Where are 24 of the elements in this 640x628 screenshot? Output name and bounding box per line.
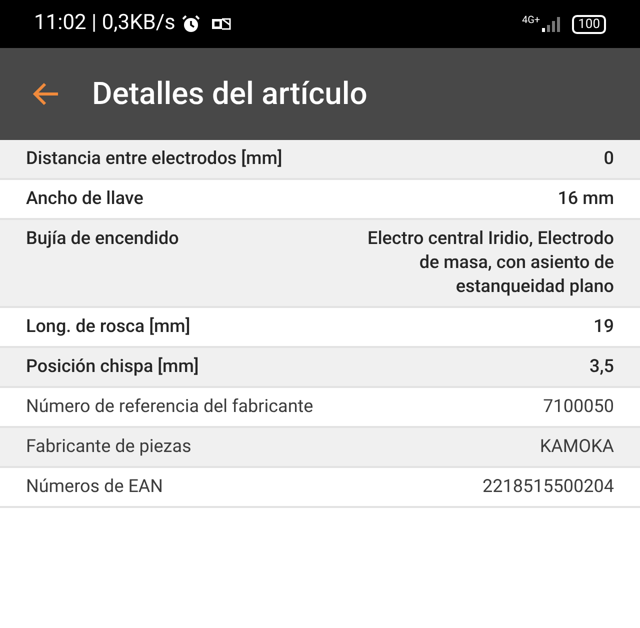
detail-value: 7100050 xyxy=(543,395,614,419)
alarm-clock-icon xyxy=(181,14,202,34)
detail-label: Número de referencia del fabricante xyxy=(26,395,314,419)
detail-label: Ancho de llave xyxy=(26,187,144,211)
network-type: 4G+ xyxy=(522,16,540,26)
detail-value: 19 xyxy=(594,315,614,339)
status-time: 11:02 | 0,3KB/s xyxy=(34,10,176,38)
detail-label: Bujía de encendido xyxy=(26,227,180,251)
page-title: Detalles del artículo xyxy=(92,74,368,114)
signal-icon xyxy=(542,16,560,32)
detail-label: Números de EAN xyxy=(26,475,164,499)
detail-label: Long. de rosca [mm] xyxy=(26,315,192,339)
detail-label: Distancia entre electrodos [mm] xyxy=(26,147,284,171)
battery-indicator: 100 xyxy=(572,14,606,34)
detail-value: 2218515500204 xyxy=(482,475,614,499)
detail-value: 0 xyxy=(604,147,614,171)
back-arrow-icon xyxy=(32,82,60,106)
detail-value: KAMOKA xyxy=(540,435,614,459)
mail-icon xyxy=(211,16,232,32)
detail-value: 16 mm xyxy=(558,187,614,211)
detail-value: Electro central Iridio, Electrodo de masa, con asiento de estanqueidad plano xyxy=(366,227,614,299)
detail-label: Fabricante de piezas xyxy=(26,435,192,459)
detail-label: Posición chispa [mm] xyxy=(26,355,200,379)
detail-value: 3,5 xyxy=(590,355,614,379)
